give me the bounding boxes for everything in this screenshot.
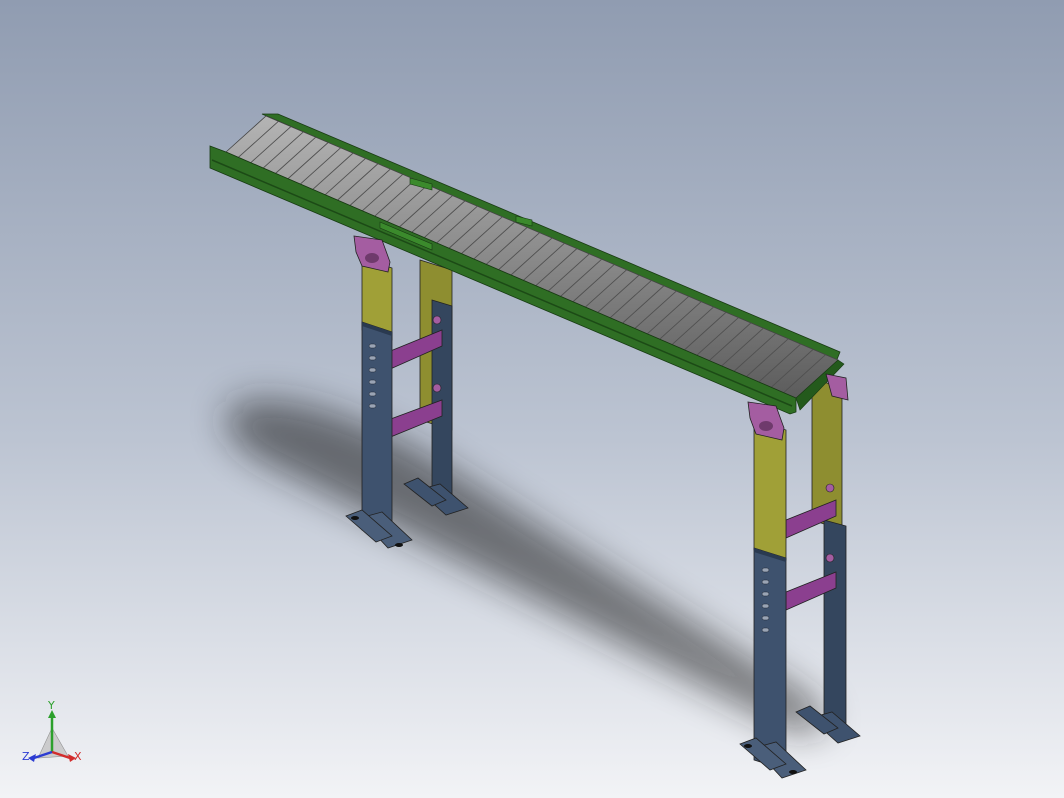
- z-axis-label: Z: [22, 750, 30, 763]
- adjust-slot: [368, 367, 377, 373]
- floor-shadow: [226, 399, 826, 733]
- x-axis-label: X: [74, 750, 82, 763]
- adjust-slot: [368, 343, 377, 349]
- conveyor-model[interactable]: [0, 0, 1064, 798]
- adjust-slot: [761, 615, 770, 621]
- front-rail[interactable]: [209, 145, 797, 415]
- adjust-slot: [761, 603, 770, 609]
- adjust-slot: [368, 391, 377, 397]
- adjust-slot: [368, 403, 377, 409]
- adjust-slot: [368, 379, 377, 385]
- graphics-viewport[interactable]: Y X Z: [0, 0, 1064, 798]
- roller-surface[interactable]: [225, 115, 839, 399]
- adjust-slot: [761, 591, 770, 597]
- adjust-slot: [368, 355, 377, 361]
- coordinate-triad: Y X Z: [22, 700, 82, 763]
- adjust-slot: [761, 627, 770, 633]
- adjust-slot: [761, 567, 770, 573]
- conveyor-bed[interactable]: [209, 113, 845, 415]
- adjust-slot: [761, 579, 770, 585]
- y-axis-label: Y: [47, 700, 55, 712]
